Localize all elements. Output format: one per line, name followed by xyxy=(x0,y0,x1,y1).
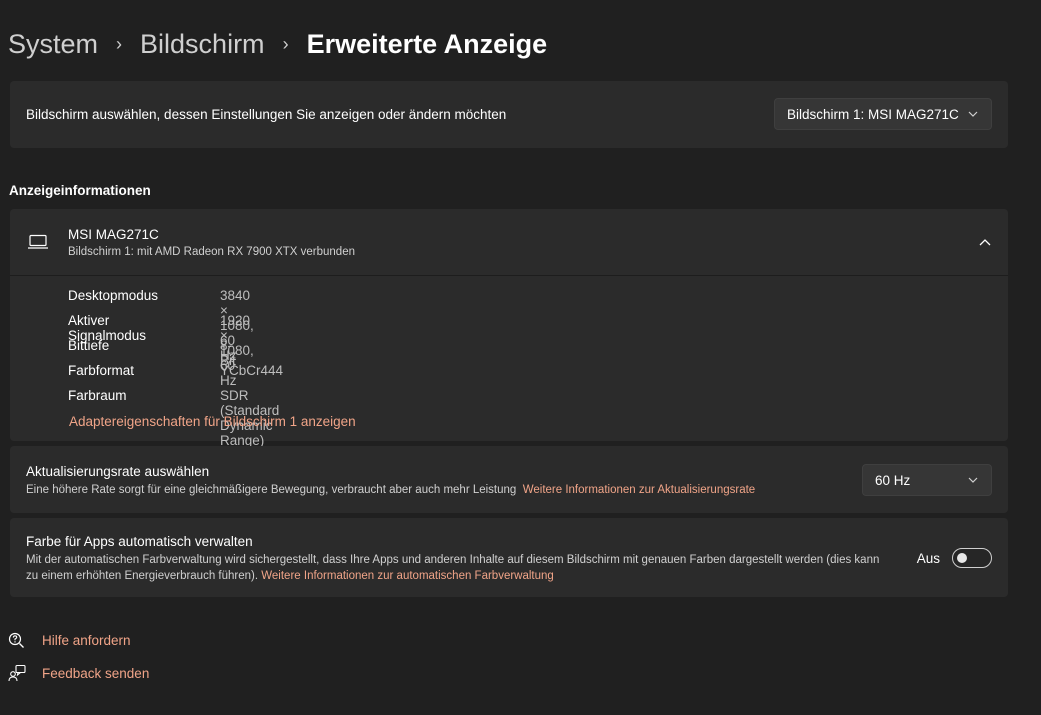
monitor-subtitle: Bildschirm 1: mit AMD Radeon RX 7900 XTX… xyxy=(68,246,355,258)
chevron-up-icon[interactable] xyxy=(978,235,992,249)
refresh-rate-dropdown-value: 60 Hz xyxy=(875,472,911,488)
help-link[interactable]: Hilfe anfordern xyxy=(8,630,131,650)
auto-color-toggle[interactable] xyxy=(952,548,992,568)
breadcrumb-chevron-icon: › xyxy=(116,33,123,54)
auto-color-toggle-label: Aus xyxy=(916,551,940,566)
feedback-link[interactable]: Feedback senden xyxy=(8,663,149,683)
display-info-header[interactable]: MSI MAG271C Bildschirm 1: mit AMD Radeon… xyxy=(10,209,1008,276)
info-label: Desktopmodus xyxy=(68,288,159,303)
laptop-icon xyxy=(28,234,48,249)
monitor-name: MSI MAG271C xyxy=(68,227,159,242)
page-title: Erweiterte Anzeige xyxy=(306,28,548,59)
feedback-link-label: Feedback senden xyxy=(42,665,150,681)
auto-color-info-link[interactable]: Weitere Informationen zur automatischen … xyxy=(261,570,554,582)
help-icon xyxy=(8,632,24,648)
chevron-down-icon xyxy=(968,111,978,117)
auto-color-card: Farbe für Apps automatisch verwalten Mit… xyxy=(10,518,1008,597)
chevron-down-icon xyxy=(968,477,978,483)
display-selector-card: Bildschirm auswählen, dessen Einstellung… xyxy=(10,81,1008,148)
refresh-rate-card: Aktualisierungsrate auswählen Eine höher… xyxy=(10,446,1008,513)
info-label: Farbraum xyxy=(68,388,127,403)
refresh-rate-info-link[interactable]: Weitere Informationen zur Aktualisierung… xyxy=(523,484,755,496)
breadcrumb-system[interactable]: System xyxy=(8,29,98,60)
refresh-rate-dropdown[interactable]: 60 Hz xyxy=(862,464,992,496)
info-value: YCbCr444 xyxy=(220,363,284,378)
feedback-icon xyxy=(8,664,26,682)
display-selector-label: Bildschirm auswählen, dessen Einstellung… xyxy=(26,107,507,122)
display-dropdown[interactable]: Bildschirm 1: MSI MAG271C xyxy=(774,98,992,130)
auto-color-title: Farbe für Apps automatisch verwalten xyxy=(26,534,253,549)
refresh-rate-title: Aktualisierungsrate auswählen xyxy=(26,464,210,479)
info-label: Bittiefe xyxy=(68,338,110,353)
toggle-knob xyxy=(957,553,967,563)
info-label: Farbformat xyxy=(68,363,135,378)
help-link-label: Hilfe anfordern xyxy=(42,632,131,648)
breadcrumb: System › Bildschirm › Erweiterte Anzeige xyxy=(8,26,547,62)
refresh-rate-description: Eine höhere Rate sorgt für eine gleichmä… xyxy=(26,482,755,498)
section-heading-display-info: Anzeigeinformationen xyxy=(9,183,151,198)
display-dropdown-value: Bildschirm 1: MSI MAG271C xyxy=(787,106,959,122)
breadcrumb-chevron-icon: › xyxy=(282,33,289,54)
display-info-card: MSI MAG271C Bildschirm 1: mit AMD Radeon… xyxy=(10,209,1008,448)
breadcrumb-bildschirm[interactable]: Bildschirm xyxy=(140,29,265,60)
refresh-rate-description-text: Eine höhere Rate sorgt für eine gleichmä… xyxy=(26,484,517,496)
adapter-properties-link[interactable]: Adaptereigenschaften für Bildschirm 1 an… xyxy=(69,414,356,429)
auto-color-description: Mit der automatischen Farbverwaltung wir… xyxy=(26,552,886,584)
